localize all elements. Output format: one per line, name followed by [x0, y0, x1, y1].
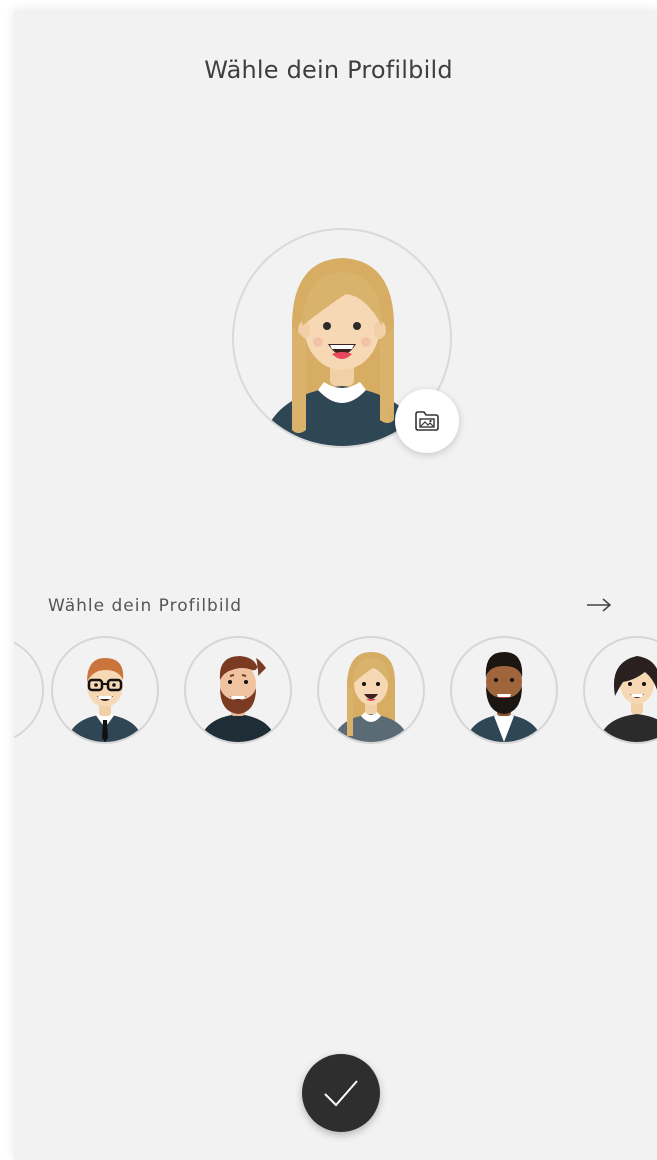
confirm-button[interactable]: [302, 1054, 380, 1132]
man-beard-avatar-icon: [200, 656, 276, 742]
partial-avatar-left-icon: [14, 638, 42, 742]
avatar-option[interactable]: [184, 636, 292, 744]
avatar-picker-label: Wähle dein Profilbild: [48, 596, 243, 616]
photo-folder-icon: [415, 411, 439, 431]
avatar-option[interactable]: [51, 636, 159, 744]
profile-picture-screen: Wähle dein Profilbild Wähle dein Profilb…: [14, 10, 657, 1160]
avatar-option[interactable]: [317, 636, 425, 744]
man-dark-skin-beard-avatar-icon: [466, 652, 542, 742]
woman-blonde-avatar-icon: [333, 652, 409, 742]
avatar-option[interactable]: [450, 636, 558, 744]
upload-photo-button[interactable]: [395, 389, 459, 453]
arrow-right-icon: [587, 598, 612, 612]
man-glasses-tie-avatar-icon: [67, 658, 143, 742]
page-title: Wähle dein Profilbild: [204, 56, 453, 84]
avatar-option[interactable]: [583, 636, 657, 744]
woman-dark-hair-avatar-icon: [599, 656, 657, 742]
next-avatars-button[interactable]: [582, 592, 616, 618]
avatar-carousel[interactable]: [14, 636, 657, 748]
avatar-option[interactable]: [14, 636, 44, 744]
checkmark-icon: [324, 1080, 358, 1107]
